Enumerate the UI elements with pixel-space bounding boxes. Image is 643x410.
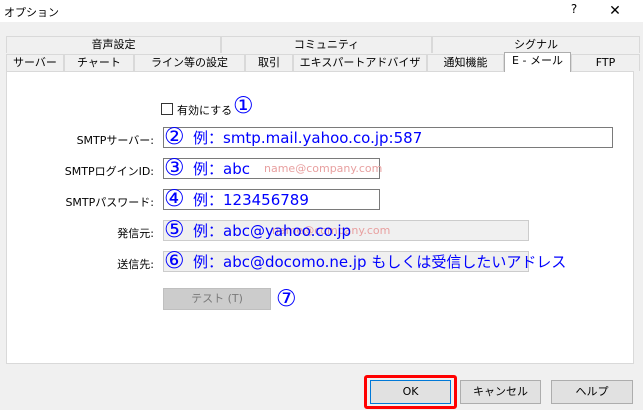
enable-label: 有効にする xyxy=(177,104,233,117)
tab-notifications[interactable]: 通知機能 xyxy=(427,54,504,71)
ok-highlight-box xyxy=(364,375,457,409)
annotation-3: ③ xyxy=(164,155,185,181)
annotation-1: ① xyxy=(233,93,254,119)
tab-chart[interactable]: チャート xyxy=(64,54,134,71)
enable-checkbox[interactable] xyxy=(161,103,173,115)
to-hint: 例：abc@docomo.ne.jp もしくは受信したいアドレス xyxy=(193,253,567,271)
test-button[interactable]: テスト (T) xyxy=(163,288,271,310)
tab-sound[interactable]: 音声設定 xyxy=(6,36,221,53)
from-hint: 例：abc@yahoo.co.jp xyxy=(193,222,352,240)
cancel-button[interactable]: キャンセル xyxy=(460,380,541,404)
annotation-5: ⑤ xyxy=(164,217,185,243)
tab-server[interactable]: サーバー xyxy=(6,54,64,71)
close-icon[interactable]: ✕ xyxy=(600,0,630,22)
email-settings-panel xyxy=(6,71,634,364)
tab-email[interactable]: E - メール xyxy=(504,52,571,72)
annotation-4: ④ xyxy=(164,186,185,212)
help-icon[interactable]: ? xyxy=(566,2,582,20)
annotation-7: ⑦ xyxy=(276,286,297,312)
smtp-login-label: SMTPログインID: xyxy=(64,165,154,178)
tab-community[interactable]: コミュニティ xyxy=(221,36,432,53)
tab-line-settings[interactable]: ライン等の設定 xyxy=(134,54,245,71)
smtp-password-hint: 例：123456789 xyxy=(193,191,309,209)
tab-signals[interactable]: シグナル xyxy=(432,36,640,53)
annotation-6: ⑥ xyxy=(164,248,185,274)
title-bar: オプション ? ✕ xyxy=(0,0,643,22)
smtp-server-label: SMTPサーバー: xyxy=(76,134,154,147)
to-label: 送信先: xyxy=(117,258,154,271)
smtp-login-placeholder: name@company.com xyxy=(264,162,383,175)
help-button[interactable]: ヘルプ xyxy=(551,380,633,404)
annotation-2: ② xyxy=(164,124,185,150)
tab-trade[interactable]: 取引 xyxy=(245,54,293,71)
tab-ftp[interactable]: FTP xyxy=(571,54,640,71)
tab-expert-advisors[interactable]: エキスパートアドバイザ xyxy=(293,54,427,71)
smtp-password-label: SMTPパスワード: xyxy=(65,196,154,209)
smtp-login-hint: 例：abc xyxy=(193,160,250,178)
smtp-server-hint: 例：smtp.mail.yahoo.co.jp:587 xyxy=(193,129,423,147)
from-label: 発信元: xyxy=(117,227,154,240)
window-title: オプション xyxy=(4,6,59,19)
